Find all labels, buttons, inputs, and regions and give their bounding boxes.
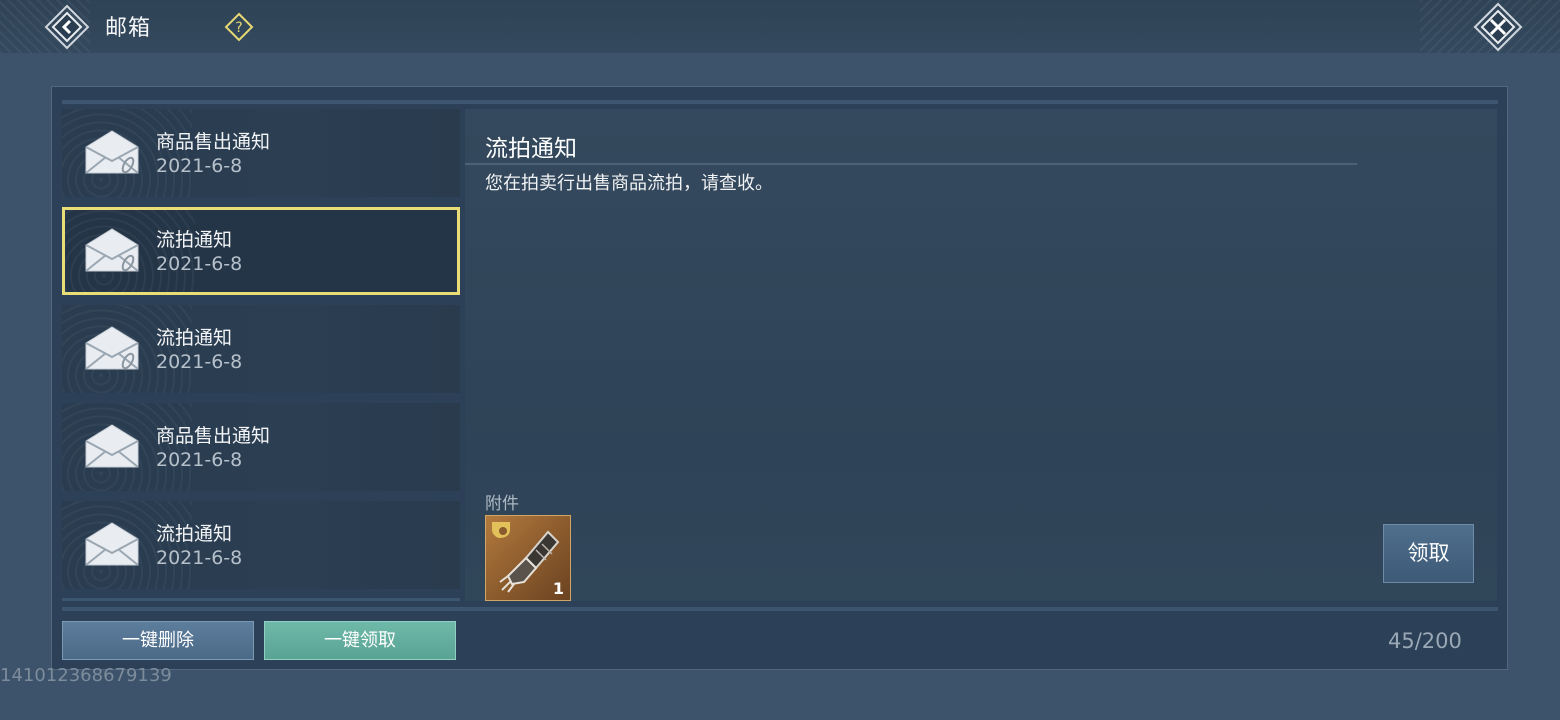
mail-list[interactable]: 商品售出通知 2021-6-8 流拍通知 2021-6-8 流拍通知 2021-… [62, 109, 460, 601]
envelope-attachment-icon [85, 326, 139, 370]
back-button[interactable] [44, 4, 90, 50]
mail-item-date: 2021-6-8 [156, 351, 243, 373]
mail-list-divider [62, 598, 460, 601]
mail-count: 45/200 [1388, 629, 1462, 653]
mail-item-date: 2021-6-8 [156, 449, 243, 471]
mail-item-title: 商品售出通知 [156, 425, 271, 447]
mail-detail-body: 您在拍卖行出售商品流拍，请查收。 [485, 173, 773, 194]
mail-item-title: 流拍通知 [156, 229, 233, 251]
mail-item-title: 流拍通知 [156, 327, 233, 349]
envelope-attachment-icon [85, 228, 139, 272]
mail-item-title: 流拍通知 [156, 523, 233, 545]
close-button[interactable] [1473, 2, 1523, 52]
mail-detail-title: 流拍通知 [485, 136, 577, 162]
claim-all-button[interactable]: 一键领取 [264, 621, 456, 660]
user-id: 141012368679139 [0, 665, 172, 686]
close-x-icon [1473, 2, 1523, 52]
delete-all-button[interactable]: 一键删除 [62, 621, 254, 660]
mail-item-date: 2021-6-8 [156, 253, 243, 275]
mail-item[interactable]: 商品售出通知 2021-6-8 [62, 109, 460, 197]
back-arrow-icon [44, 4, 90, 50]
mail-detail-divider [465, 163, 1357, 165]
svg-text:?: ? [235, 20, 242, 36]
attachment-slot[interactable]: 1 [485, 515, 571, 601]
envelope-icon [85, 522, 139, 566]
help-button[interactable]: ? [224, 12, 254, 42]
mail-item-date: 2021-6-8 [156, 155, 243, 177]
panel-bottom-divider [62, 607, 1498, 611]
question-diamond-icon: ? [224, 12, 254, 42]
envelope-icon [85, 424, 139, 468]
mail-detail: 流拍通知 您在拍卖行出售商品流拍，请查收。 附件 1 领取 [465, 109, 1497, 601]
mail-item[interactable]: 流拍通知 2021-6-8 [62, 501, 460, 589]
mail-item[interactable]: 商品售出通知 2021-6-8 [62, 403, 460, 491]
mail-item-date: 2021-6-8 [156, 547, 243, 569]
mail-item-selected[interactable]: 流拍通知 2021-6-8 [62, 207, 460, 295]
claim-button[interactable]: 领取 [1383, 524, 1474, 583]
attachment-label: 附件 [485, 494, 519, 514]
envelope-attachment-icon [85, 130, 139, 174]
panel-top-divider [62, 100, 1498, 104]
page-title: 邮箱 [105, 16, 152, 41]
mail-item[interactable]: 流拍通知 2021-6-8 [62, 305, 460, 393]
attachment-count: 1 [552, 579, 564, 598]
mail-item-title: 商品售出通知 [156, 131, 271, 153]
